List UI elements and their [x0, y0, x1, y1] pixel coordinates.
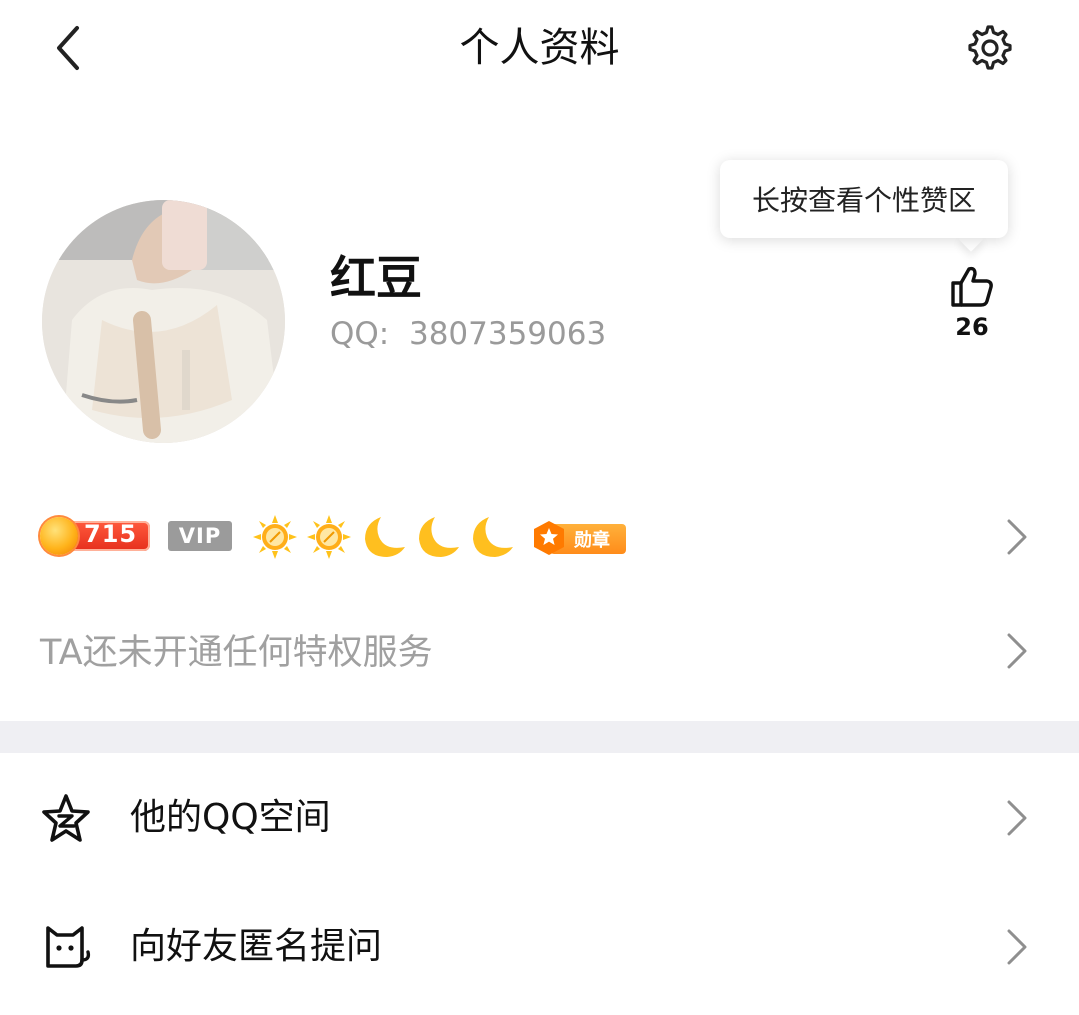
- qzone-star-icon: [42, 794, 90, 842]
- avatar[interactable]: [42, 200, 285, 443]
- level-coin-icon: [40, 517, 78, 555]
- like-count: 26: [955, 313, 989, 341]
- section-divider: [0, 721, 1079, 753]
- level-badge: 715: [40, 517, 152, 555]
- medal-label: 勋章: [574, 530, 610, 551]
- privilege-text: TA还未开通任何特权服务: [40, 633, 433, 673]
- moon-icon: [365, 517, 405, 557]
- medal-star-icon: [534, 521, 564, 555]
- moon-icon: [419, 517, 459, 557]
- medal-badge: 勋章: [532, 520, 626, 556]
- like-button[interactable]: [940, 258, 1004, 314]
- menu-item-label: 他的QQ空间: [130, 797, 331, 838]
- gear-icon: [968, 25, 1012, 70]
- chevron-right-icon: [1007, 519, 1027, 555]
- chevron-right-icon: [1007, 800, 1027, 836]
- sun-icon: [253, 515, 297, 559]
- menu-item-label: 向好友匿名提问: [130, 926, 383, 967]
- moon-icon: [473, 517, 513, 557]
- settings-button[interactable]: [960, 22, 1020, 74]
- chevron-right-icon: [1007, 929, 1027, 965]
- level-number: 715: [84, 520, 138, 548]
- qq-number: 3807359063: [408, 316, 607, 352]
- page-title: 个人资料: [459, 25, 620, 71]
- nickname: 红豆: [330, 251, 422, 305]
- cat-icon: [46, 926, 91, 968]
- thumbs-up-icon: [951, 266, 993, 307]
- vip-badge: VIP: [168, 521, 232, 551]
- like-zone-tooltip: 长按查看个性赞区: [720, 160, 1008, 238]
- chevron-right-icon: [1007, 633, 1027, 669]
- sun-icon: [307, 515, 351, 559]
- qq-number-line: QQ: 3807359063: [330, 314, 606, 354]
- qq-label: QQ:: [330, 316, 390, 352]
- avatar-photo: [42, 200, 285, 443]
